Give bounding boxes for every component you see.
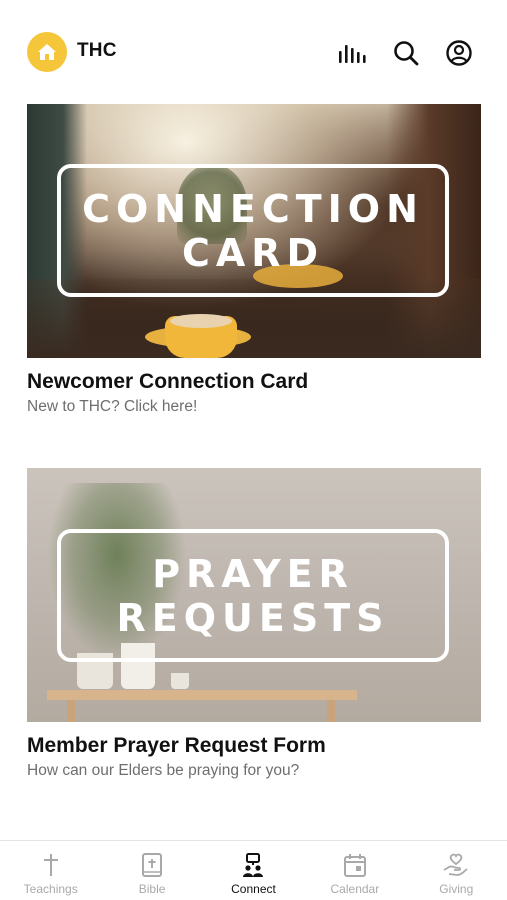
tab-bible[interactable]: Bible [101,841,202,900]
tab-label: Teachings [23,882,78,896]
tab-label: Connect [231,882,276,896]
audio-bars-icon[interactable] [337,38,367,68]
prayer-request-frame: PRAYER REQUESTS [57,529,449,662]
shelf-leg-left [67,700,75,722]
shelf-leg-right [327,700,335,722]
tab-calendar[interactable]: Calendar [304,841,405,900]
calendar-icon [341,851,369,879]
tab-label: Calendar [330,882,380,896]
connection-card-image[interactable]: CONNECTION CARD [27,104,481,358]
bible-icon [138,851,166,879]
tab-connect[interactable]: Connect [203,841,304,900]
tab-teachings[interactable]: Teachings [0,841,101,900]
search-icon[interactable] [391,38,421,68]
coffee-foam-shape [170,314,232,328]
church-logo-icon[interactable] [27,32,67,72]
tab-giving[interactable]: Giving [406,841,507,900]
prayer-request-title[interactable]: Member Prayer Request Form [27,734,481,758]
pot-3-shape [171,673,189,689]
account-icon[interactable] [444,38,474,68]
connection-card-subtitle: New to THC? Click here! [27,398,198,415]
connect-icon [239,851,267,879]
giving-hand-icon [442,851,470,879]
prayer-request-subtitle: How can our Elders be praying for you? [27,762,300,779]
app-brand-title: THC [77,40,117,61]
top-header: THC [0,0,507,100]
shelf-top-shape [47,690,357,700]
image-text-line-1: PRAYER [152,551,354,596]
image-text-line-2: CARD [181,230,325,275]
cross-icon [37,851,65,879]
prayer-request-card[interactable]: PRAYER REQUESTS Member Prayer Request Fo… [27,468,481,780]
connection-card-title[interactable]: Newcomer Connection Card [27,370,481,394]
image-text-line-1: CONNECTION [82,186,424,231]
image-text-line-2: REQUESTS [116,595,390,640]
app-screen: THC CONNECTION CARD Newcomer Connection … [0,0,507,900]
connection-card-frame: CONNECTION CARD [57,164,449,297]
prayer-request-image[interactable]: PRAYER REQUESTS [27,468,481,722]
connection-card[interactable]: CONNECTION CARD Newcomer Connection Card… [27,104,481,416]
bottom-tab-bar: Teachings Bible Connect Calendar Giving [0,840,507,900]
tab-label: Bible [138,882,166,896]
tab-label: Giving [439,882,474,896]
